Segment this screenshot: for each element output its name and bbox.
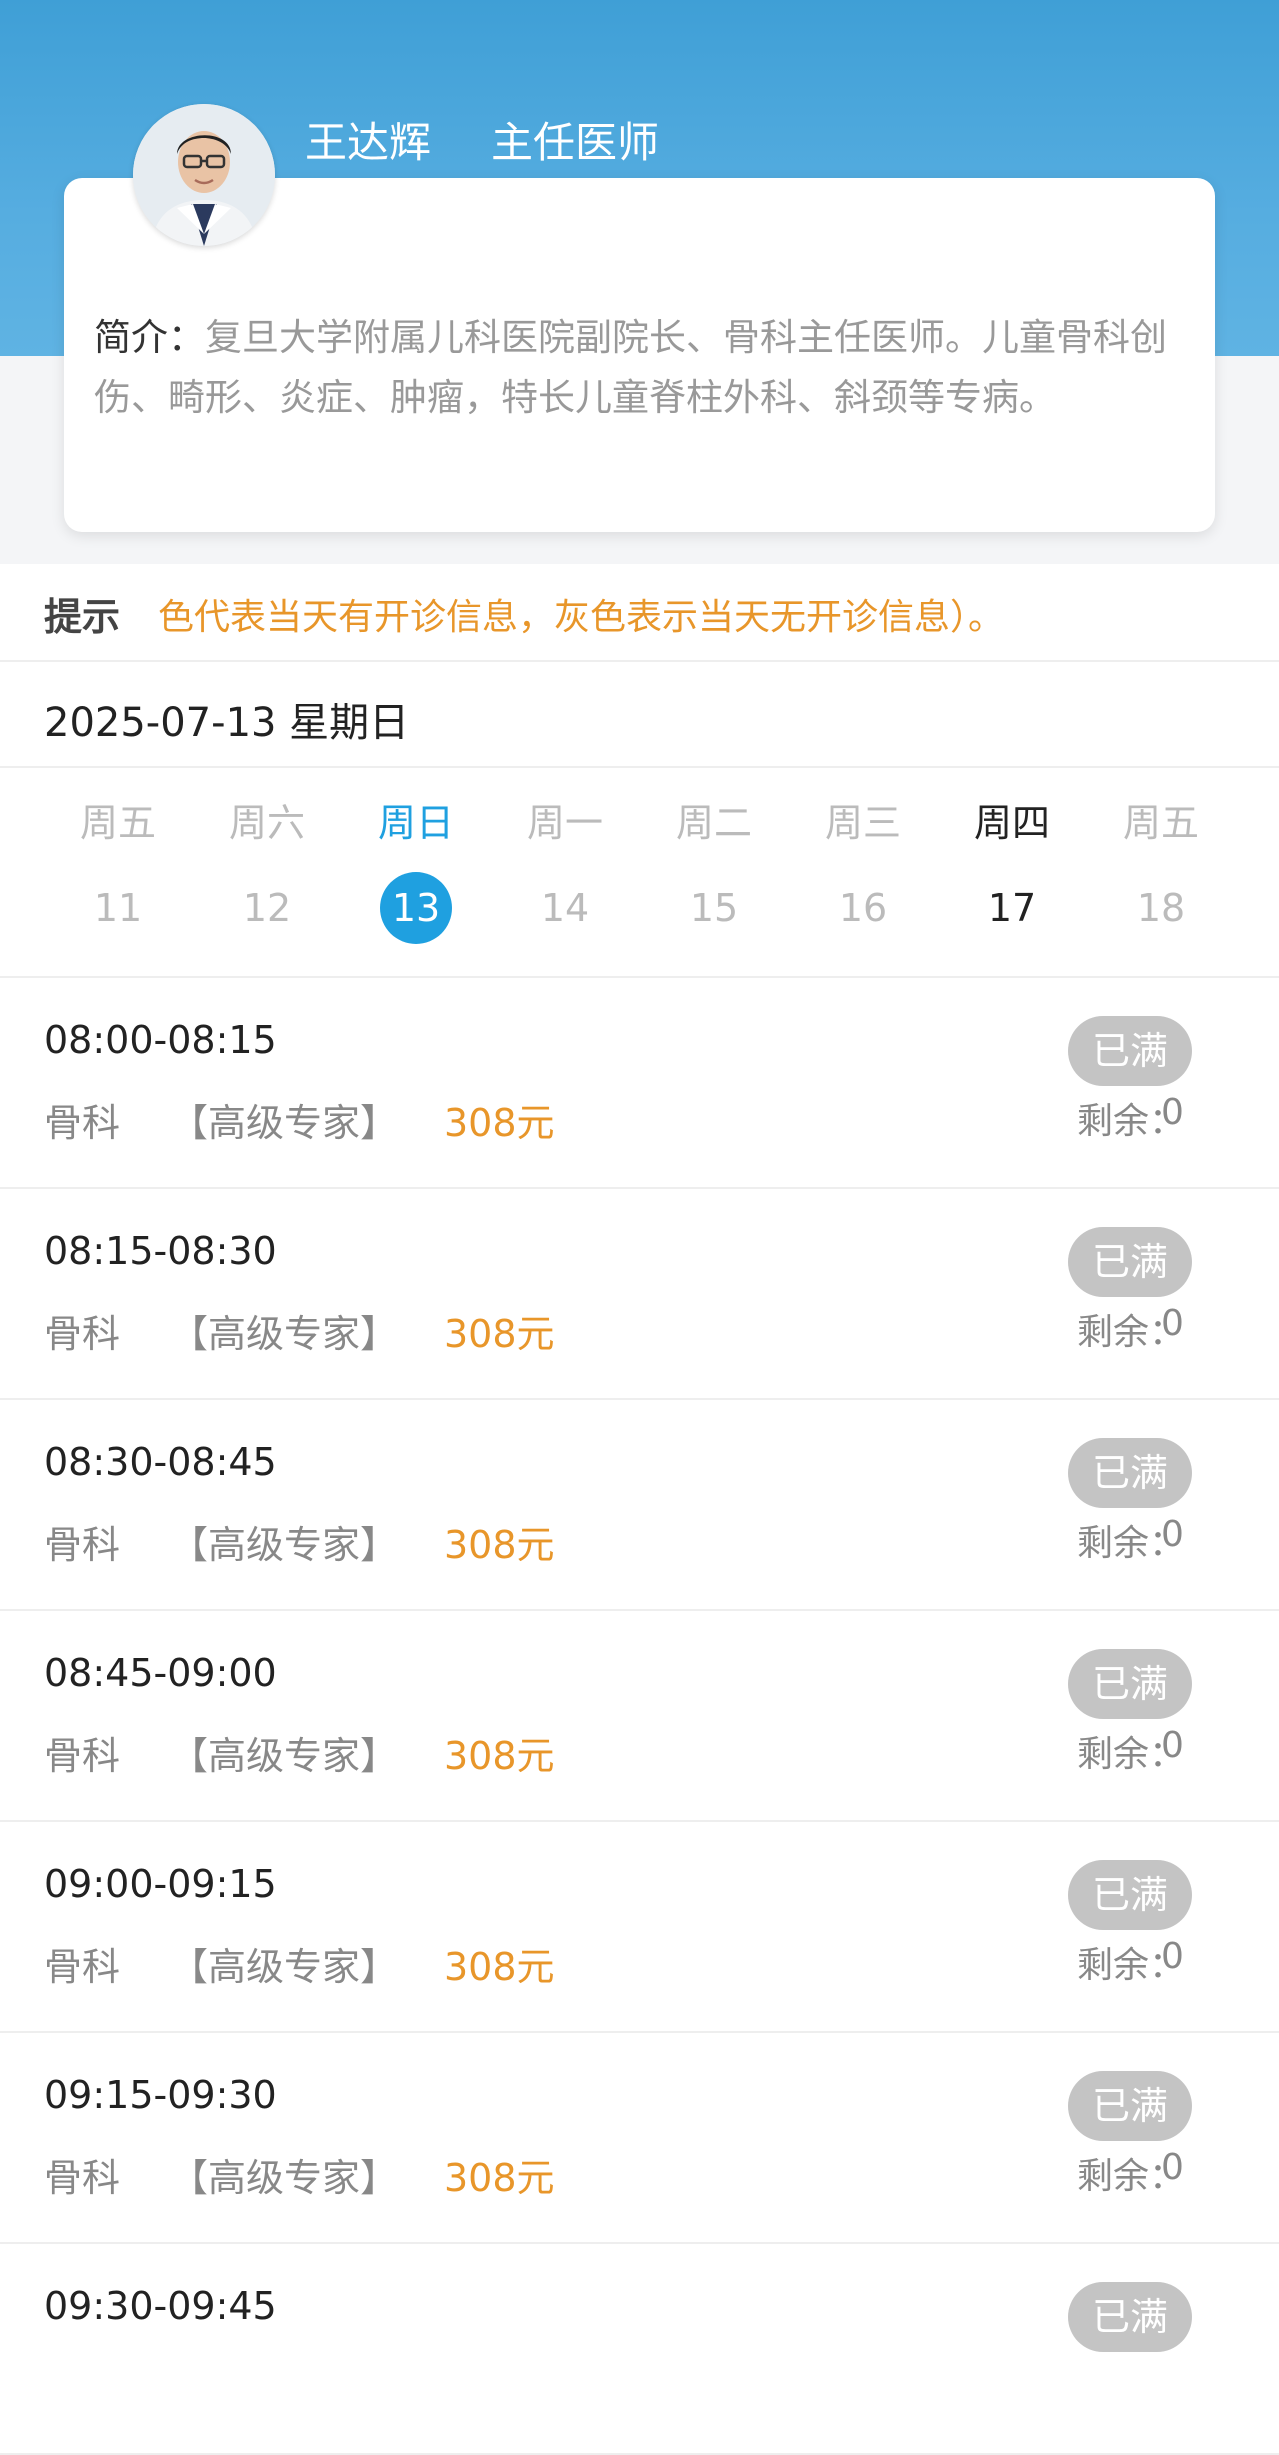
slot-remaining-count: 0 (1161, 1303, 1184, 1344)
slot-price: 308元 (444, 1523, 555, 1567)
calendar-weekday: 周 (1235, 792, 1279, 847)
slot-full-badge[interactable]: 已满 (1068, 1016, 1192, 1086)
time-slot-row[interactable]: 09:15-09:30 骨科 【高级专家】 308元 已满 剩余： 0 (0, 2033, 1279, 2244)
slot-level: 【高级专家】 (170, 2156, 399, 2200)
doctor-intro: 简介：复旦大学附属儿科医院副院长、骨科主任医师。儿童骨科创伤、畸形、炎症、肿瘤，… (94, 308, 1184, 428)
time-slot-row[interactable]: 08:30-08:45 骨科 【高级专家】 308元 已满 剩余： 0 (0, 1400, 1279, 1611)
slot-department: 骨科 (44, 1734, 121, 1778)
calendar-weekday: 周一 (526, 801, 603, 845)
calendar-day[interactable]: 周四 17 (937, 768, 1087, 976)
slot-remaining-count: 0 (1161, 1725, 1184, 1766)
calendar-day[interactable]: 周五 18 (1086, 768, 1236, 976)
calendar-weekday: 周五 (1122, 801, 1199, 845)
calendar-day-number (1274, 872, 1279, 944)
calendar-day[interactable]: 周 (1235, 768, 1279, 976)
intro-text: 复旦大学附属儿科医院副院长、骨科主任医师。儿童骨科创伤、畸形、炎症、肿瘤，特长儿… (94, 316, 1167, 419)
slot-department: 骨科 (44, 1312, 121, 1356)
doctor-header: 王达辉 主任医师 (305, 108, 659, 170)
slot-remaining-count: 0 (1161, 1092, 1184, 1133)
slot-full-badge[interactable]: 已满 (1068, 1860, 1192, 1930)
slot-department: 骨科 (44, 1101, 121, 1145)
calendar-weekday: 周五 (79, 801, 156, 845)
slot-time: 08:45-09:00 (44, 1651, 277, 1695)
slot-level: 【高级专家】 (170, 1734, 399, 1778)
calendar-day[interactable]: 周五 11 (43, 768, 193, 976)
doctor-title: 主任医师 (491, 117, 660, 167)
time-slot-row[interactable]: 09:30-09:45 已满 (0, 2244, 1279, 2455)
selected-date: 2025-07-13 星期日 (44, 700, 410, 746)
selected-date-bar: 2025-07-13 星期日 (0, 662, 1279, 768)
slot-department: 骨科 (44, 1523, 121, 1567)
slot-department: 骨科 (44, 1945, 121, 1989)
slot-remaining-count: 0 (1161, 2147, 1184, 2188)
slot-level: 【高级专家】 (170, 1101, 399, 1145)
tip-marquee-text: 色代表当天有开诊信息，灰色表示当天无开诊信息）。 (158, 597, 1005, 638)
slot-level: 【高级专家】 (170, 1312, 399, 1356)
time-slot-row[interactable]: 08:15-08:30 骨科 【高级专家】 308元 已满 剩余： 0 (0, 1189, 1279, 1400)
calendar-day[interactable]: 周二 15 (639, 768, 789, 976)
calendar-day-number: 17 (987, 886, 1037, 930)
calendar-day[interactable]: 周三 16 (788, 768, 938, 976)
slot-full-badge[interactable]: 已满 (1068, 1438, 1192, 1508)
doctor-name: 王达辉 (305, 117, 432, 167)
calendar-weekday: 周四 (973, 801, 1050, 845)
time-slot-row[interactable]: 08:45-09:00 骨科 【高级专家】 308元 已满 剩余： 0 (0, 1611, 1279, 1822)
doctor-avatar (133, 104, 275, 246)
calendar-weekday: 周二 (675, 801, 752, 845)
calendar-day[interactable]: 周六 12 (192, 768, 342, 976)
slot-time: 09:15-09:30 (44, 2073, 277, 2117)
slot-time: 08:30-08:45 (44, 1440, 277, 1484)
calendar-weekday: 周六 (228, 801, 305, 845)
tip-bar: 提示 色代表当天有开诊信息，灰色表示当天无开诊信息）。 (0, 564, 1279, 662)
calendar-day-number: 18 (1136, 886, 1186, 930)
time-slot-row[interactable]: 08:00-08:15 骨科 【高级专家】 308元 已满 剩余： 0 (0, 978, 1279, 1189)
slot-level: 【高级专家】 (170, 1945, 399, 1989)
slot-time: 09:00-09:15 (44, 1862, 277, 1906)
calendar-day-number: 12 (242, 886, 292, 930)
calendar-day-number: 14 (540, 886, 590, 930)
time-slot-row[interactable]: 09:00-09:15 骨科 【高级专家】 308元 已满 剩余： 0 (0, 1822, 1279, 2033)
slot-remaining-count: 0 (1161, 1936, 1184, 1977)
calendar-day[interactable]: 周日 13 (341, 768, 491, 976)
slot-price: 308元 (444, 1945, 555, 1989)
doctor-photo (133, 104, 275, 246)
slot-price: 308元 (444, 1101, 555, 1145)
calendar-weekday: 周三 (824, 801, 901, 845)
date-picker: 周五 11 周六 12 周日 13 周一 14 周二 15 周三 16 周四 1… (0, 768, 1279, 978)
calendar-weekday: 周日 (377, 801, 454, 845)
slot-full-badge[interactable]: 已满 (1068, 1649, 1192, 1719)
calendar-day-number: 11 (93, 886, 143, 930)
slot-remaining-count: 0 (1161, 1514, 1184, 1555)
intro-label: 简介： (94, 316, 205, 359)
tip-title: 提示 (44, 595, 121, 639)
slot-price: 308元 (444, 1734, 555, 1778)
time-slot-list: 08:00-08:15 骨科 【高级专家】 308元 已满 剩余： 0 08:1… (0, 978, 1279, 2455)
slot-level: 【高级专家】 (170, 1523, 399, 1567)
slot-time: 08:00-08:15 (44, 1018, 277, 1062)
slot-department: 骨科 (44, 2156, 121, 2200)
slot-full-badge[interactable]: 已满 (1068, 1227, 1192, 1297)
calendar-day-number: 13 (380, 872, 452, 944)
slot-full-badge[interactable]: 已满 (1068, 2282, 1192, 2352)
calendar-day-number: 15 (689, 886, 739, 930)
calendar-day[interactable]: 周一 14 (490, 768, 640, 976)
slot-time: 09:30-09:45 (44, 2284, 277, 2328)
calendar-day-number: 16 (838, 886, 888, 930)
slot-full-badge[interactable]: 已满 (1068, 2071, 1192, 2141)
slot-time: 08:15-08:30 (44, 1229, 277, 1273)
slot-price: 308元 (444, 2156, 555, 2200)
slot-price: 308元 (444, 1312, 555, 1356)
